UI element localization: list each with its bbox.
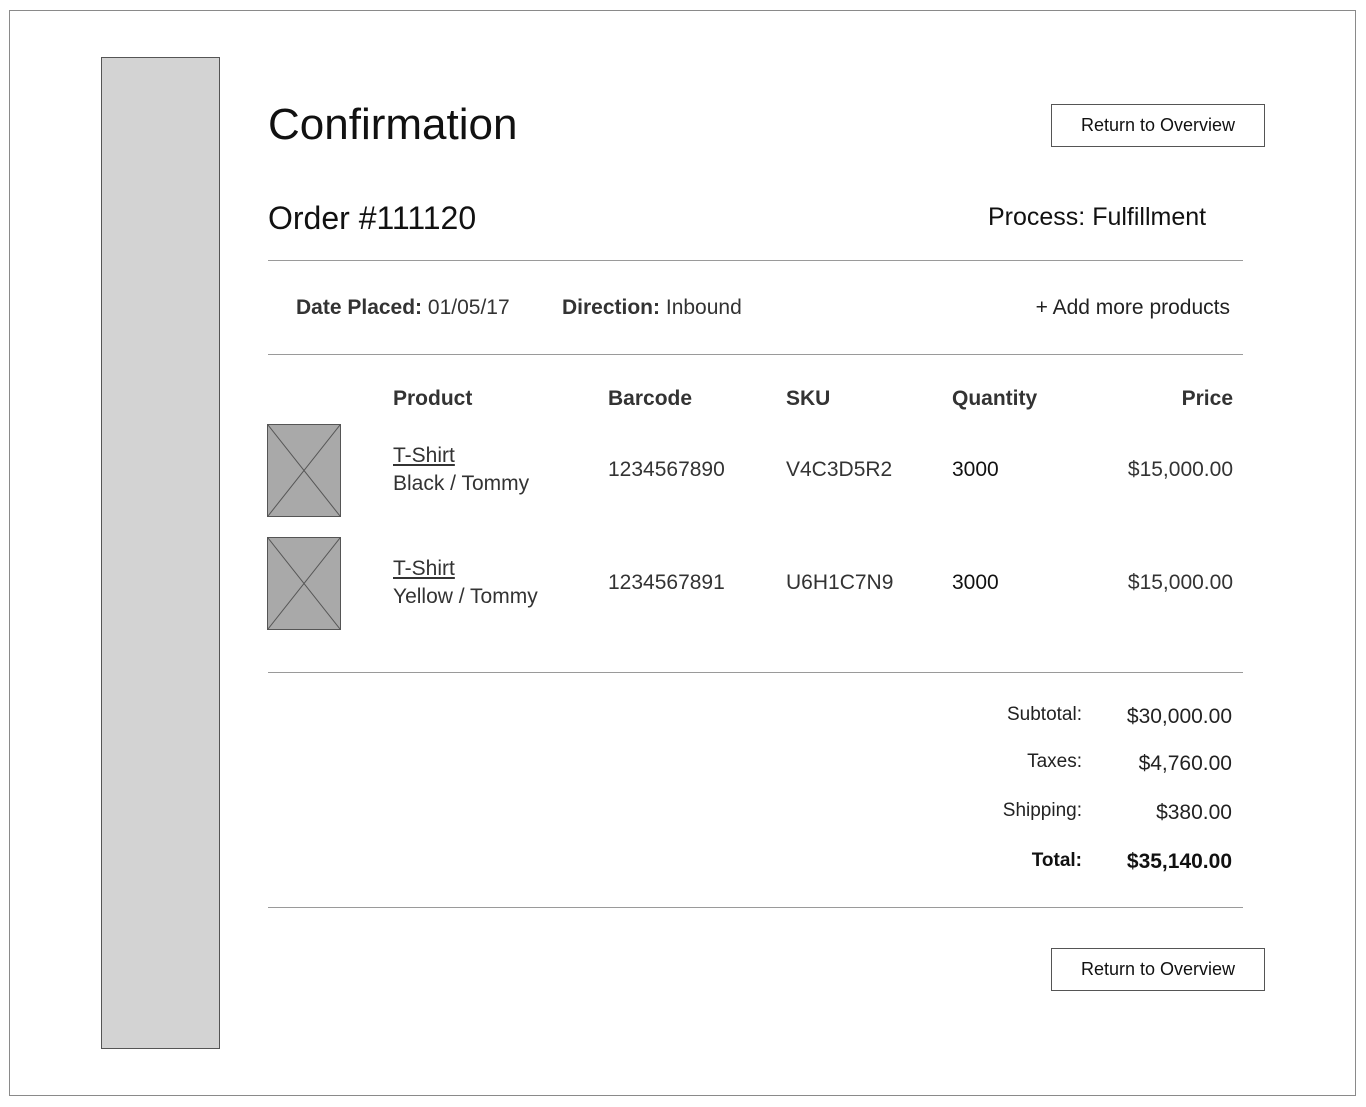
direction-value: Inbound	[665, 296, 742, 319]
taxes-label: Taxes:	[1027, 751, 1082, 772]
shipping-value: $380.00	[1156, 801, 1232, 824]
date-placed-label: Date Placed:	[296, 296, 423, 319]
process-label: Process: Fulfillment	[988, 203, 1207, 231]
direction-label: Direction:	[562, 296, 661, 319]
page-title: Confirmation	[268, 100, 518, 149]
subtotal-value: $30,000.00	[1126, 705, 1232, 728]
sidebar	[101, 57, 220, 1049]
product-variant: Black / Tommy	[393, 472, 530, 495]
quantity-cell: 3000	[952, 571, 999, 594]
table-row-product: T-Shirt Yellow / Tommy	[393, 557, 538, 609]
image-placeholder-icon	[267, 424, 341, 517]
product-name-link[interactable]: T-Shirt	[393, 557, 538, 581]
image-placeholder-icon	[267, 537, 341, 630]
column-header-product: Product	[393, 387, 473, 410]
total-value: $35,140.00	[1126, 850, 1232, 873]
direction: Direction: Inbound	[562, 296, 742, 320]
shipping-label: Shipping:	[1002, 800, 1082, 821]
divider	[268, 260, 1243, 261]
return-to-overview-button-bottom[interactable]: Return to Overview	[1051, 948, 1265, 991]
date-placed: Date Placed: 01/05/17	[296, 296, 510, 320]
column-header-quantity: Quantity	[952, 387, 1038, 410]
price-cell: $15,000.00	[1127, 571, 1233, 594]
subtotal-label: Subtotal:	[1007, 704, 1082, 725]
product-name-link[interactable]: T-Shirt	[393, 444, 529, 468]
column-header-sku: SKU	[786, 387, 831, 410]
add-more-products-link[interactable]: + Add more products	[1036, 296, 1230, 320]
sku-cell: V4C3D5R2	[786, 458, 893, 481]
column-header-price: Price	[1181, 387, 1233, 410]
quantity-cell: 3000	[952, 458, 999, 481]
total-label: Total:	[1031, 850, 1082, 871]
price-cell: $15,000.00	[1127, 458, 1233, 481]
return-to-overview-button-top[interactable]: Return to Overview	[1051, 104, 1265, 147]
barcode-cell: 1234567890	[608, 458, 725, 481]
divider	[268, 354, 1243, 355]
column-header-barcode: Barcode	[608, 387, 693, 410]
divider	[268, 672, 1243, 673]
taxes-value: $4,760.00	[1138, 752, 1232, 775]
product-variant: Yellow / Tommy	[393, 585, 538, 608]
divider	[268, 907, 1243, 908]
barcode-cell: 1234567891	[608, 571, 725, 594]
order-number: Order #111120	[268, 200, 477, 236]
date-placed-value: 01/05/17	[427, 296, 510, 319]
table-row-product: T-Shirt Black / Tommy	[393, 444, 529, 496]
sku-cell: U6H1C7N9	[786, 571, 894, 594]
